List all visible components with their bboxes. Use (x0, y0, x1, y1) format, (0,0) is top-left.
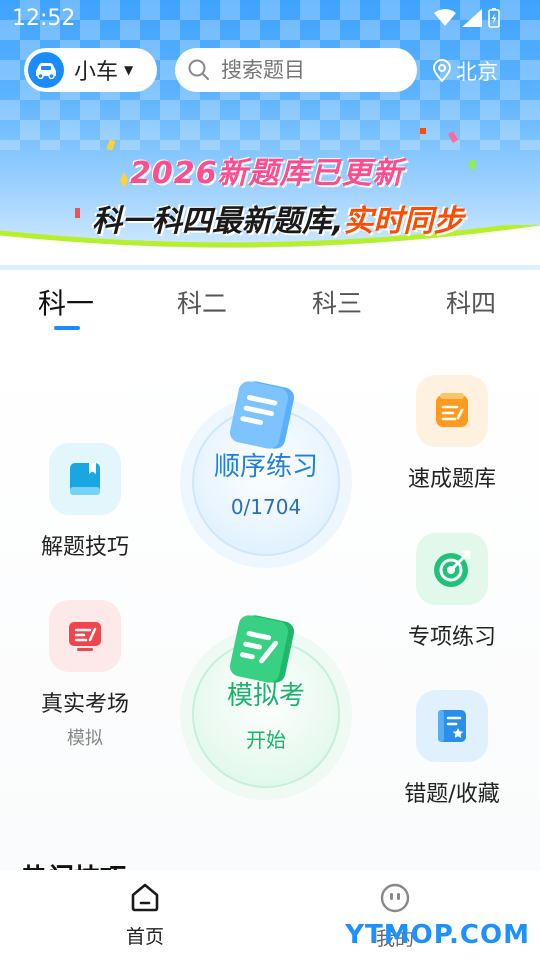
mock-exam-action: 开始 (246, 728, 286, 752)
search-box[interactable] (175, 48, 417, 92)
caret-down-icon: ▼ (124, 63, 134, 77)
mistakes-favorites-label: 错题/收藏 (404, 782, 500, 807)
real-exam-label: 真实考场 (40, 692, 129, 717)
mistakes-favorites-button[interactable]: 错题/收藏 (392, 690, 512, 808)
bookmark-icon (416, 690, 488, 762)
target-icon (416, 533, 488, 605)
watermark: YTMOP.COM (345, 920, 530, 950)
real-exam-sub: 模拟 (67, 728, 103, 749)
tab-ke1[interactable]: 科一 (38, 282, 94, 322)
promo-banner[interactable]: 2026新题库已更新 科一科四最新题库,实时同步 (0, 120, 540, 270)
location-pin-icon (432, 59, 452, 83)
battery-icon (488, 8, 500, 28)
status-time: 12:52 (12, 6, 76, 31)
special-practice-button[interactable]: 专项练习 (392, 533, 512, 651)
signal-icon (462, 9, 482, 27)
home-icon (131, 883, 159, 912)
status-icons (434, 8, 500, 28)
nav-home[interactable]: 首页 (105, 882, 185, 949)
list-icon (416, 375, 488, 447)
tab-ke4[interactable]: 科四 (446, 284, 496, 320)
search-input[interactable] (219, 57, 403, 83)
banner-headline: 2026新题库已更新 (130, 156, 404, 191)
quick-bank-label: 速成题库 (407, 467, 496, 492)
status-bar: 12:52 (0, 0, 540, 36)
banner-subline: 科一科四最新题库,实时同步 (92, 196, 463, 240)
pen-paper-icon (229, 615, 295, 683)
nav-home-label: 首页 (125, 926, 164, 948)
banner-subline-text: 科一科四最新题库, (92, 204, 344, 239)
tab-ke2[interactable]: 科二 (177, 284, 227, 320)
subject-tabs: 科一 科二 科三 科四 (0, 282, 540, 330)
tips-button[interactable]: 解题技巧 (25, 443, 145, 561)
sequential-progress: 0/1704 (230, 494, 302, 519)
special-practice-label: 专项练习 (407, 625, 496, 650)
book-icon (49, 443, 121, 515)
wifi-icon (434, 9, 456, 26)
tab-ke3[interactable]: 科三 (312, 284, 362, 320)
tips-label: 解题技巧 (40, 535, 129, 560)
search-icon (188, 59, 209, 80)
car-type-label: 小车 (74, 60, 119, 85)
active-tab-indicator (54, 326, 80, 330)
quick-bank-button[interactable]: 速成题库 (392, 375, 512, 493)
screen-icon (49, 600, 121, 672)
car-type-selector[interactable]: 小车 ▼ (24, 48, 157, 92)
location-label: 北京 (456, 60, 498, 84)
banner-highlight: 实时同步 (343, 204, 464, 239)
profile-icon (380, 883, 410, 913)
real-exam-button[interactable]: 真实考场 模拟 (25, 600, 145, 750)
car-icon (28, 52, 64, 88)
location-selector[interactable]: 北京 (432, 56, 498, 86)
document-icon (229, 381, 295, 449)
